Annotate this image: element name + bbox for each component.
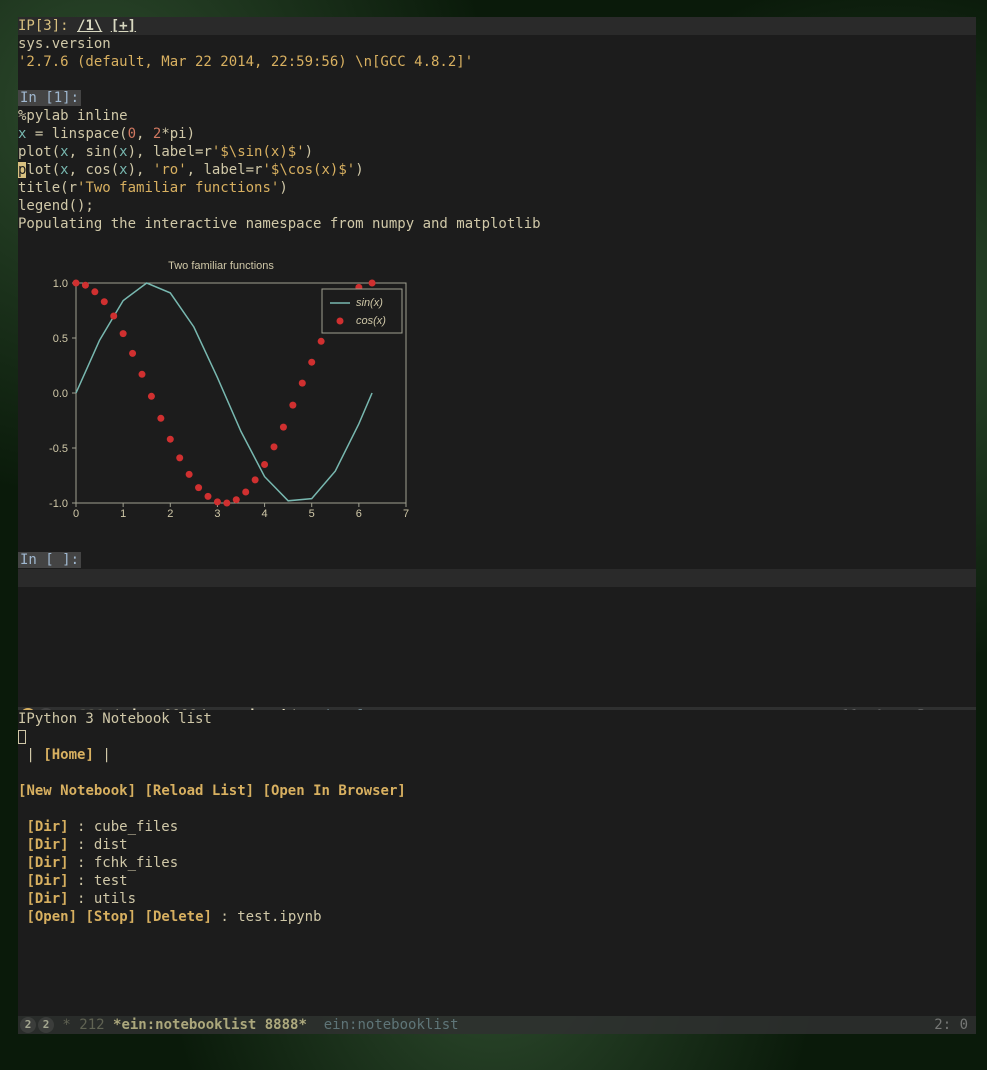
- open-button[interactable]: [Open]: [26, 909, 77, 925]
- svg-text:2: 2: [167, 508, 173, 520]
- dir-link[interactable]: [Dir]: [26, 837, 68, 853]
- dir-link[interactable]: [Dir]: [26, 819, 68, 835]
- code-line[interactable]: plot(x, sin(x), label=r'$\sin(x)$'): [18, 143, 976, 161]
- code-line[interactable]: title(r'Two familiar functions'): [18, 179, 976, 197]
- list-item: [Open] [Stop] [Delete] : test.ipynb: [18, 908, 976, 926]
- delete-button[interactable]: [Delete]: [145, 909, 212, 925]
- notebooklist-title: IPython 3 Notebook list: [18, 710, 976, 728]
- svg-text:Two familiar functions: Two familiar functions: [168, 260, 274, 272]
- output-line: sys.version: [18, 35, 976, 53]
- list-item: [Dir] : cube_files: [18, 818, 976, 836]
- svg-text:0.5: 0.5: [53, 333, 68, 345]
- svg-text:-1.0: -1.0: [49, 498, 68, 510]
- chart-output: Two familiar functions 0 1 2 3 4 5 6 7 -1.0 -0.5 0.…: [18, 251, 976, 533]
- stop-button[interactable]: [Stop]: [85, 909, 136, 925]
- svg-text:sin(x): sin(x): [356, 297, 383, 309]
- output-line: '2.7.6 (default, Mar 22 2014, 22:59:56) …: [18, 53, 976, 71]
- output-line: Populating the interactive namespace fro…: [18, 215, 976, 233]
- cell-prompt: In [ ]:: [18, 551, 976, 569]
- svg-text:1: 1: [120, 508, 126, 520]
- svg-text:3: 3: [214, 508, 220, 520]
- code-line[interactable]: x = linspace(0, 2*pi): [18, 125, 976, 143]
- cursor-line: [18, 728, 976, 746]
- svg-text:1.0: 1.0: [53, 278, 68, 290]
- empty-cell-body[interactable]: [18, 569, 976, 587]
- home-link[interactable]: [Home]: [43, 747, 94, 763]
- svg-text:6: 6: [356, 508, 362, 520]
- home-bar: | [Home] |: [18, 746, 976, 764]
- list-item: [Dir] : utils: [18, 890, 976, 908]
- svg-text:4: 4: [262, 508, 268, 520]
- modeline-bottom: 22 * 212 *ein:notebooklist 8888* ein:not…: [18, 1016, 976, 1034]
- workspace-badge: 2: [38, 1017, 54, 1033]
- dir-link[interactable]: [Dir]: [26, 855, 68, 871]
- list-item: [Dir] : dist: [18, 836, 976, 854]
- svg-text:cos(x): cos(x): [356, 315, 386, 327]
- code-line[interactable]: %pylab inline: [18, 107, 976, 125]
- dir-link[interactable]: [Dir]: [26, 873, 68, 889]
- add-cell-link[interactable]: [+]: [111, 18, 136, 34]
- box-cursor-icon: [18, 730, 26, 744]
- svg-text:5: 5: [309, 508, 315, 520]
- header-line: IP[3]: /1\ [+]: [18, 17, 976, 35]
- list-item: [Dir] : test: [18, 872, 976, 890]
- nblist-actions: [New Notebook] [Reload List] [Open In Br…: [18, 782, 976, 800]
- code-line[interactable]: legend();: [18, 197, 976, 215]
- svg-text:0: 0: [73, 508, 79, 520]
- cell-prompt: In [1]:: [18, 89, 976, 107]
- open-in-browser-button[interactable]: [Open In Browser]: [263, 783, 406, 799]
- svg-text:-0.5: -0.5: [49, 443, 68, 455]
- list-item: [Dir] : fchk_files: [18, 854, 976, 872]
- reload-list-button[interactable]: [Reload List]: [144, 783, 254, 799]
- svg-text:7: 7: [403, 508, 409, 520]
- code-line[interactable]: plot(x, cos(x), 'ro', label=r'$\cos(x)$'…: [18, 161, 976, 179]
- kernel-link[interactable]: /1\: [77, 18, 102, 34]
- dir-link[interactable]: [Dir]: [26, 891, 68, 907]
- svg-text:0.0: 0.0: [53, 388, 68, 400]
- major-mode: ein:notebooklist: [307, 1017, 459, 1033]
- buffer-name: *ein:notebooklist 8888*: [113, 1017, 307, 1033]
- workspace-badge: 2: [20, 1017, 36, 1033]
- new-notebook-button[interactable]: [New Notebook]: [18, 783, 136, 799]
